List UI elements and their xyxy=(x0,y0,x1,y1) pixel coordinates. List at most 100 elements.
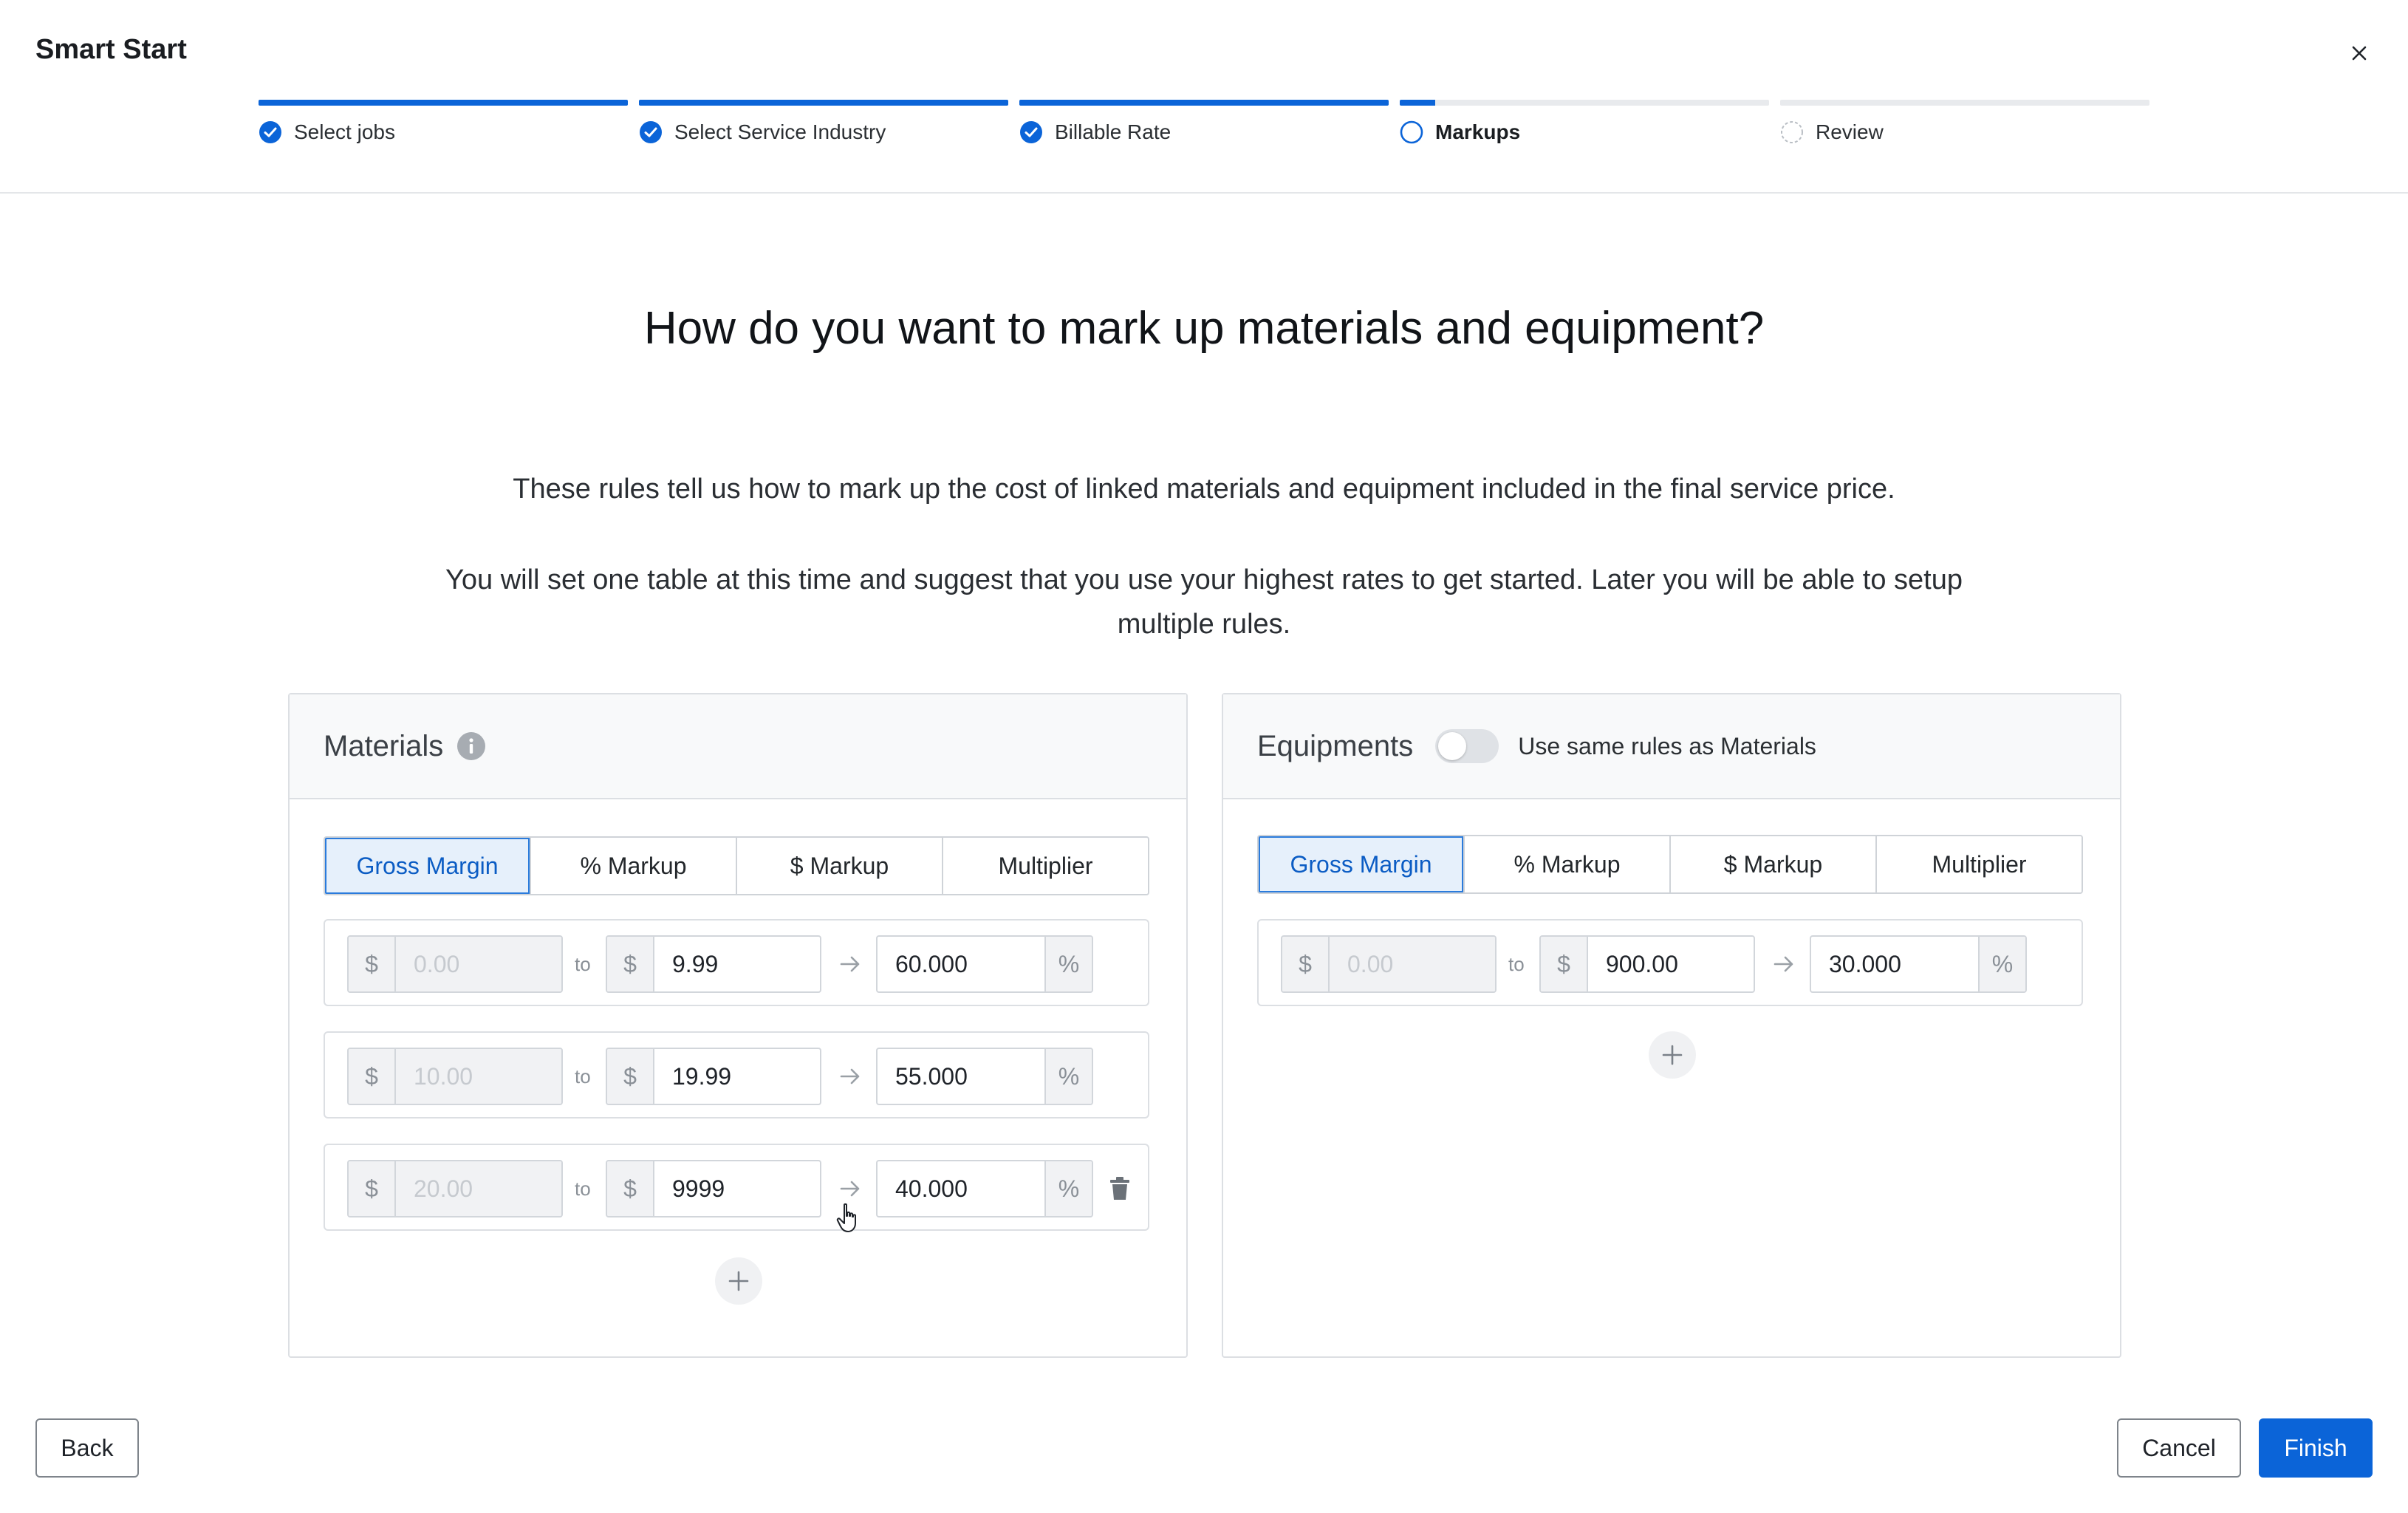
range-from-value: 0.00 xyxy=(1330,937,1495,991)
check-circle-icon xyxy=(1020,121,1042,143)
arrow-right-icon xyxy=(840,1068,860,1085)
currency-prefix: $ xyxy=(1282,937,1330,991)
arrow-right-icon xyxy=(1773,956,1793,972)
to-label: to xyxy=(575,1177,591,1200)
arrow-right-icon xyxy=(840,1181,860,1197)
currency-prefix: $ xyxy=(349,937,396,991)
percent-suffix: % xyxy=(1978,937,2025,991)
step-markups[interactable]: Markups xyxy=(1400,100,1769,151)
to-label: to xyxy=(575,952,591,975)
step-select-jobs[interactable]: Select jobs xyxy=(259,100,628,151)
description-suggestion: You will set one table at this time and … xyxy=(445,564,1963,640)
materials-markup-type-tabs: Gross Margin % Markup $ Markup Multiplie… xyxy=(324,836,1149,895)
tab-dollar-markup[interactable]: $ Markup xyxy=(1671,836,1877,892)
description-rules: These rules tell us how to mark up the c… xyxy=(513,474,1895,505)
range-from-value: 20.00 xyxy=(396,1161,561,1216)
close-button[interactable] xyxy=(2343,37,2375,69)
info-icon[interactable] xyxy=(456,731,486,761)
range-from-value: 10.00 xyxy=(396,1049,561,1104)
page-title: How do you want to mark up materials and… xyxy=(643,303,1765,354)
tab-percent-markup[interactable]: % Markup xyxy=(531,838,737,894)
step-review[interactable]: Review xyxy=(1780,100,2149,151)
cancel-button[interactable]: Cancel xyxy=(2117,1418,2241,1478)
close-icon xyxy=(2352,46,2367,61)
header-divider xyxy=(0,192,2408,194)
range-to-input[interactable]: $ 19.99 xyxy=(606,1048,821,1105)
tab-dollar-markup[interactable]: $ Markup xyxy=(737,838,943,894)
range-to-input[interactable]: $ 9.99 xyxy=(606,935,821,993)
step-billable-rate[interactable]: Billable Rate xyxy=(1019,100,1389,151)
currency-prefix: $ xyxy=(607,1161,654,1216)
toggle-knob xyxy=(1438,732,1467,760)
to-label: to xyxy=(575,1065,591,1087)
step-label: Billable Rate xyxy=(1055,120,1171,143)
arrow-right-icon xyxy=(840,956,860,972)
app-title: Smart Start xyxy=(35,34,187,65)
range-to-value[interactable]: 9999 xyxy=(654,1161,820,1216)
margin-rate-value[interactable]: 55.000 xyxy=(878,1049,1044,1104)
range-to-value[interactable]: 19.99 xyxy=(654,1049,820,1104)
range-to-input[interactable]: $ 900.00 xyxy=(1539,935,1755,993)
currency-prefix: $ xyxy=(349,1049,396,1104)
tab-percent-markup[interactable]: % Markup xyxy=(1465,836,1671,892)
trash-icon[interactable] xyxy=(1108,1176,1132,1201)
range-from-field: $ 0.00 xyxy=(347,935,563,993)
margin-rate-input[interactable]: 30.000 % xyxy=(1810,935,2027,993)
equipments-markup-type-tabs: Gross Margin % Markup $ Markup Multiplie… xyxy=(1257,835,2083,894)
currency-prefix: $ xyxy=(349,1161,396,1216)
same-rules-toggle-label: Use same rules as Materials xyxy=(1518,732,1816,759)
range-to-input[interactable]: $ 9999 xyxy=(606,1160,821,1217)
plus-icon xyxy=(1662,1045,1683,1065)
check-circle-icon xyxy=(640,121,662,143)
range-from-field: $ 10.00 xyxy=(347,1048,563,1105)
tab-gross-margin[interactable]: Gross Margin xyxy=(325,838,531,894)
currency-prefix: $ xyxy=(1541,937,1588,991)
markup-rule-row: $ 0.00 to $ 9.99 60.000 % xyxy=(324,919,1149,1006)
step-label: Select jobs xyxy=(294,120,395,143)
tab-multiplier[interactable]: Multiplier xyxy=(1877,836,2082,892)
percent-suffix: % xyxy=(1044,937,1092,991)
markup-rule-row: $ 10.00 to $ 19.99 55.000 % xyxy=(324,1031,1149,1118)
currency-prefix: $ xyxy=(607,937,654,991)
pending-step-circle-icon xyxy=(1781,121,1803,143)
finish-button[interactable]: Finish xyxy=(2259,1418,2373,1478)
back-button[interactable]: Back xyxy=(35,1418,139,1478)
percent-suffix: % xyxy=(1044,1049,1092,1104)
check-circle-icon xyxy=(259,121,281,143)
margin-rate-value[interactable]: 30.000 xyxy=(1811,937,1978,991)
range-from-value: 0.00 xyxy=(396,937,561,991)
materials-panel-header: Materials xyxy=(290,694,1186,799)
to-label: to xyxy=(1508,952,1525,975)
step-select-service-industry[interactable]: Select Service Industry xyxy=(639,100,1008,151)
step-label: Review xyxy=(1816,120,1884,143)
currency-prefix: $ xyxy=(607,1049,654,1104)
range-from-field: $ 20.00 xyxy=(347,1160,563,1217)
add-rule-button[interactable] xyxy=(1649,1031,1696,1079)
progress-stepper: Select jobs Select Service Industry Bill… xyxy=(259,100,2149,151)
tab-multiplier[interactable]: Multiplier xyxy=(943,838,1148,894)
range-to-value[interactable]: 9.99 xyxy=(654,937,820,991)
equipments-panel: Equipments Use same rules as Materials G… xyxy=(1222,693,2121,1358)
step-label: Select Service Industry xyxy=(674,120,886,143)
margin-rate-input[interactable]: 55.000 % xyxy=(876,1048,1093,1105)
margin-rate-value[interactable]: 40.000 xyxy=(878,1161,1044,1216)
same-rules-toggle[interactable] xyxy=(1435,729,1499,763)
percent-suffix: % xyxy=(1044,1161,1092,1216)
range-to-value[interactable]: 900.00 xyxy=(1588,937,1754,991)
margin-rate-input[interactable]: 60.000 % xyxy=(876,935,1093,993)
markup-rule-row: $ 20.00 to $ 9999 40.000 % xyxy=(324,1144,1149,1231)
margin-rate-input[interactable]: 40.000 % xyxy=(876,1160,1093,1217)
markup-rule-row: $ 0.00 to $ 900.00 30.000 % xyxy=(1257,919,2083,1006)
plus-icon xyxy=(728,1271,749,1291)
add-rule-button[interactable] xyxy=(715,1257,762,1305)
materials-panel: Materials Gross Margin % Markup $ Markup… xyxy=(288,693,1188,1358)
materials-title: Materials xyxy=(324,729,444,762)
equipments-title: Equipments xyxy=(1257,729,1414,762)
equipments-panel-header: Equipments Use same rules as Materials xyxy=(1223,694,2120,799)
range-from-field: $ 0.00 xyxy=(1281,935,1497,993)
margin-rate-value[interactable]: 60.000 xyxy=(878,937,1044,991)
current-step-circle-icon xyxy=(1400,120,1423,144)
step-label: Markups xyxy=(1435,120,1521,143)
hand-pointer-cursor-icon xyxy=(836,1203,856,1232)
tab-gross-margin[interactable]: Gross Margin xyxy=(1259,836,1465,892)
